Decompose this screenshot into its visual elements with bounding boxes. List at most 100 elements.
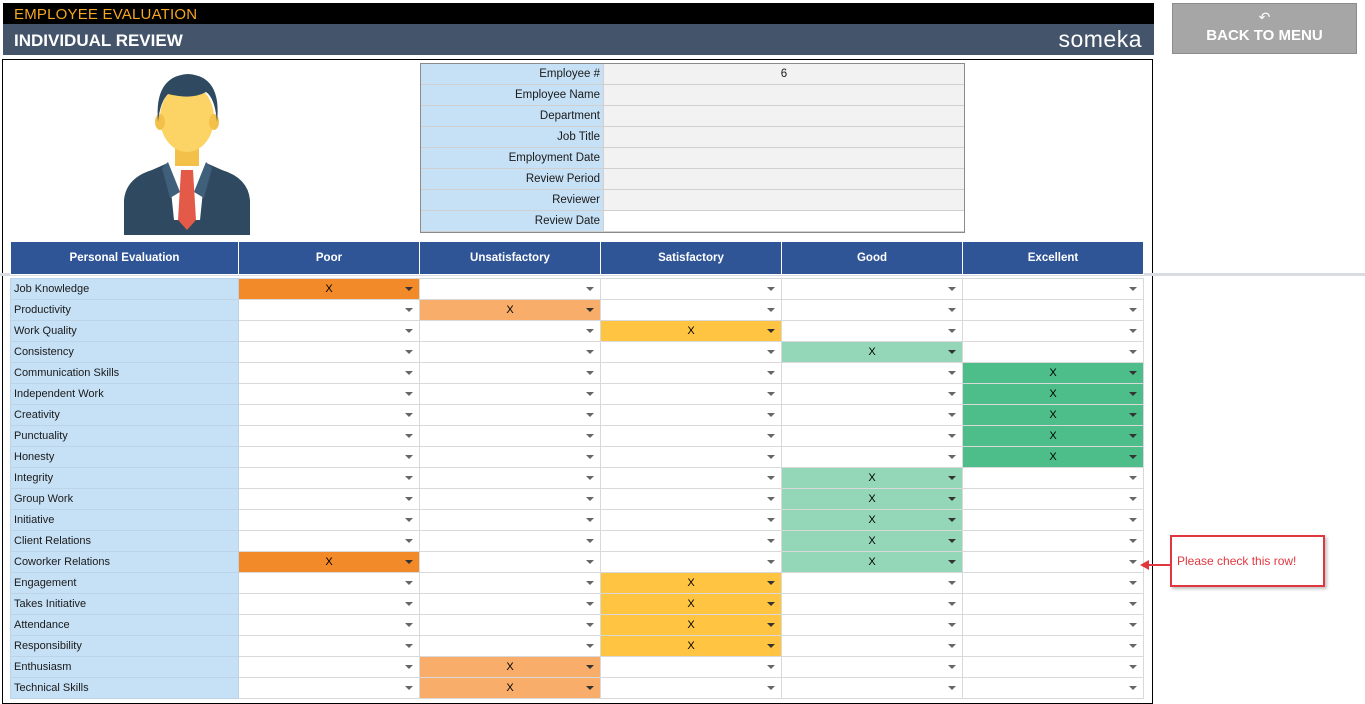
dropdown-arrow-icon[interactable] <box>405 518 413 522</box>
rating-dropdown[interactable]: X <box>962 425 1144 447</box>
dropdown-arrow-icon[interactable] <box>948 434 956 438</box>
rating-dropdown[interactable]: X <box>962 446 1144 468</box>
dropdown-arrow-icon[interactable] <box>767 644 775 648</box>
dropdown-arrow-icon[interactable] <box>586 686 594 690</box>
rating-dropdown[interactable]: X <box>962 404 1144 426</box>
rating-dropdown[interactable] <box>419 488 601 510</box>
rating-dropdown[interactable] <box>600 341 782 363</box>
dropdown-arrow-icon[interactable] <box>1129 476 1137 480</box>
dropdown-arrow-icon[interactable] <box>1129 308 1137 312</box>
rating-dropdown[interactable] <box>962 320 1144 342</box>
rating-dropdown[interactable]: X <box>600 635 782 657</box>
rating-dropdown[interactable]: X <box>781 551 963 573</box>
rating-dropdown[interactable] <box>419 593 601 615</box>
dropdown-arrow-icon[interactable] <box>948 371 956 375</box>
rating-dropdown[interactable] <box>238 404 420 426</box>
rating-dropdown[interactable] <box>600 551 782 573</box>
rating-dropdown[interactable]: X <box>238 278 420 300</box>
rating-dropdown[interactable] <box>962 299 1144 321</box>
rating-dropdown[interactable] <box>419 341 601 363</box>
rating-dropdown[interactable] <box>781 446 963 468</box>
rating-dropdown[interactable] <box>962 509 1144 531</box>
dropdown-arrow-icon[interactable] <box>1129 560 1137 564</box>
dropdown-arrow-icon[interactable] <box>405 539 413 543</box>
dropdown-arrow-icon[interactable] <box>1129 539 1137 543</box>
dropdown-arrow-icon[interactable] <box>767 686 775 690</box>
rating-dropdown[interactable] <box>419 467 601 489</box>
dropdown-arrow-icon[interactable] <box>767 371 775 375</box>
rating-dropdown[interactable] <box>600 509 782 531</box>
dropdown-arrow-icon[interactable] <box>405 665 413 669</box>
rating-dropdown[interactable] <box>238 446 420 468</box>
dropdown-arrow-icon[interactable] <box>405 602 413 606</box>
dropdown-arrow-icon[interactable] <box>586 560 594 564</box>
rating-dropdown[interactable] <box>238 341 420 363</box>
dropdown-arrow-icon[interactable] <box>405 581 413 585</box>
dropdown-arrow-icon[interactable] <box>586 665 594 669</box>
info-value-field[interactable]: 6 <box>603 63 965 85</box>
rating-dropdown[interactable]: X <box>781 467 963 489</box>
dropdown-arrow-icon[interactable] <box>948 497 956 501</box>
rating-dropdown[interactable] <box>238 299 420 321</box>
dropdown-arrow-icon[interactable] <box>1129 518 1137 522</box>
rating-dropdown[interactable] <box>781 677 963 699</box>
rating-dropdown[interactable] <box>238 320 420 342</box>
dropdown-arrow-icon[interactable] <box>1129 350 1137 354</box>
rating-dropdown[interactable] <box>600 425 782 447</box>
rating-dropdown[interactable]: X <box>238 551 420 573</box>
rating-dropdown[interactable] <box>781 593 963 615</box>
rating-dropdown[interactable] <box>238 635 420 657</box>
rating-dropdown[interactable] <box>781 614 963 636</box>
info-value-field[interactable] <box>603 210 965 232</box>
dropdown-arrow-icon[interactable] <box>948 665 956 669</box>
dropdown-arrow-icon[interactable] <box>948 686 956 690</box>
dropdown-arrow-icon[interactable] <box>948 392 956 396</box>
rating-dropdown[interactable] <box>962 656 1144 678</box>
rating-dropdown[interactable] <box>419 614 601 636</box>
dropdown-arrow-icon[interactable] <box>586 392 594 396</box>
dropdown-arrow-icon[interactable] <box>405 644 413 648</box>
dropdown-arrow-icon[interactable] <box>948 623 956 627</box>
dropdown-arrow-icon[interactable] <box>767 392 775 396</box>
rating-dropdown[interactable] <box>419 278 601 300</box>
dropdown-arrow-icon[interactable] <box>586 434 594 438</box>
dropdown-arrow-icon[interactable] <box>405 623 413 627</box>
rating-dropdown[interactable] <box>600 362 782 384</box>
dropdown-arrow-icon[interactable] <box>948 518 956 522</box>
dropdown-arrow-icon[interactable] <box>767 623 775 627</box>
dropdown-arrow-icon[interactable] <box>767 434 775 438</box>
info-value-field[interactable] <box>603 126 965 148</box>
rating-dropdown[interactable] <box>419 320 601 342</box>
dropdown-arrow-icon[interactable] <box>405 371 413 375</box>
dropdown-arrow-icon[interactable] <box>405 392 413 396</box>
rating-dropdown[interactable]: X <box>781 488 963 510</box>
rating-dropdown[interactable] <box>600 404 782 426</box>
rating-dropdown[interactable]: X <box>600 572 782 594</box>
dropdown-arrow-icon[interactable] <box>1129 455 1137 459</box>
dropdown-arrow-icon[interactable] <box>767 476 775 480</box>
dropdown-arrow-icon[interactable] <box>948 350 956 354</box>
rating-dropdown[interactable] <box>238 383 420 405</box>
dropdown-arrow-icon[interactable] <box>1129 329 1137 333</box>
rating-dropdown[interactable] <box>962 488 1144 510</box>
dropdown-arrow-icon[interactable] <box>767 329 775 333</box>
rating-dropdown[interactable] <box>962 614 1144 636</box>
rating-dropdown[interactable] <box>781 383 963 405</box>
rating-dropdown[interactable] <box>962 635 1144 657</box>
dropdown-arrow-icon[interactable] <box>586 287 594 291</box>
dropdown-arrow-icon[interactable] <box>586 476 594 480</box>
dropdown-arrow-icon[interactable] <box>586 308 594 312</box>
rating-dropdown[interactable] <box>238 425 420 447</box>
rating-dropdown[interactable]: X <box>781 530 963 552</box>
dropdown-arrow-icon[interactable] <box>586 371 594 375</box>
dropdown-arrow-icon[interactable] <box>767 287 775 291</box>
rating-dropdown[interactable] <box>238 677 420 699</box>
dropdown-arrow-icon[interactable] <box>948 329 956 333</box>
rating-dropdown[interactable] <box>419 551 601 573</box>
rating-dropdown[interactable] <box>600 488 782 510</box>
rating-dropdown[interactable] <box>781 299 963 321</box>
dropdown-arrow-icon[interactable] <box>1129 602 1137 606</box>
rating-dropdown[interactable]: X <box>600 614 782 636</box>
dropdown-arrow-icon[interactable] <box>586 581 594 585</box>
dropdown-arrow-icon[interactable] <box>1129 287 1137 291</box>
